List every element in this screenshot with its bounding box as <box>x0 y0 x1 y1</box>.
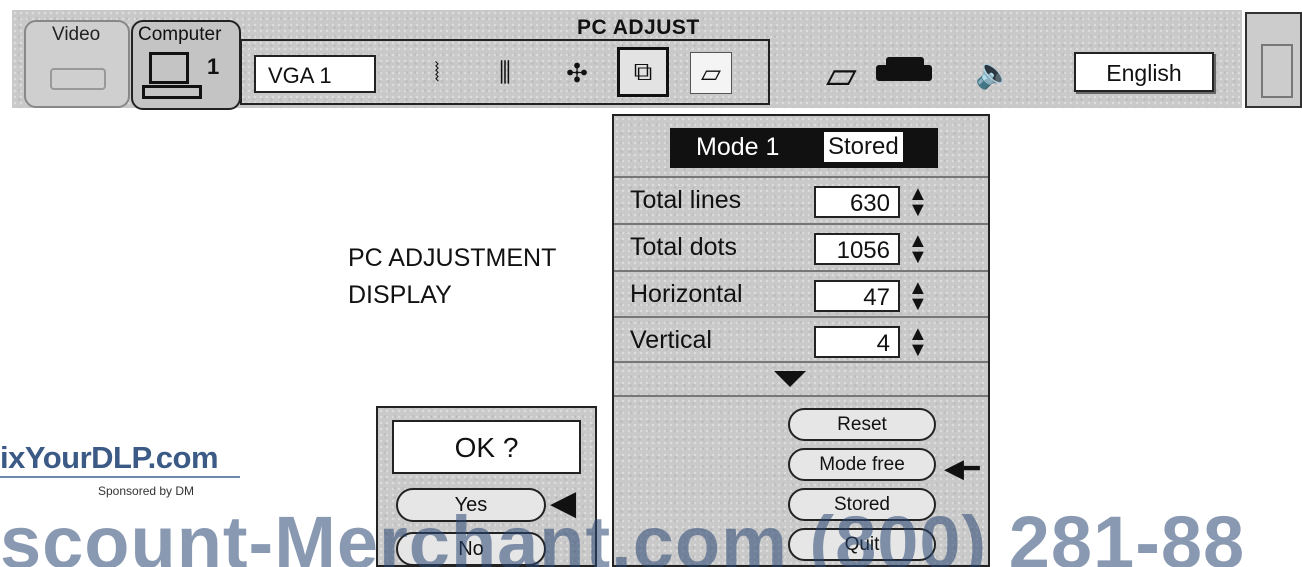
caption-line-1: PC ADJUSTMENT <box>348 244 557 272</box>
input-source-field[interactable]: VGA 1 <box>254 55 376 93</box>
language-field[interactable]: English <box>1074 52 1214 92</box>
tab-computer[interactable]: Computer 1 <box>131 20 241 110</box>
speaker-icon[interactable]: 🔈 <box>975 56 1012 91</box>
adjust-row-vertical[interactable]: Vertical 4 ▲ ▼ <box>614 316 988 363</box>
scroll-more-row[interactable] <box>614 361 988 397</box>
watermark-sponsor: Sponsored by DM <box>98 484 195 498</box>
adjust-label: Total lines <box>630 186 742 214</box>
spinner-icon[interactable]: ▲ ▼ <box>908 184 928 220</box>
computer-number: 1 <box>207 54 220 79</box>
adjust-label: Horizontal <box>630 280 743 308</box>
mode-free-button[interactable]: Mode free <box>788 448 936 481</box>
projector-icon[interactable] <box>876 57 932 81</box>
spinner-icon[interactable]: ▲ ▼ <box>908 231 928 267</box>
confirm-question: OK ? <box>392 420 581 474</box>
pc-adjust-icon[interactable]: ⧉ <box>617 47 669 97</box>
computer-icon <box>142 52 202 99</box>
mode-header: Mode 1 Stored <box>670 128 938 168</box>
menu-title: PC ADJUST <box>577 16 700 39</box>
screen-icon[interactable]: ▱ <box>690 52 732 94</box>
mode-name: Mode 1 <box>696 133 780 161</box>
watermark-brand: ixYourDLP.com <box>0 440 219 475</box>
adjust-row-horizontal[interactable]: Horizontal 47 ▲ ▼ <box>614 270 988 317</box>
adjust-value[interactable]: 4 <box>814 326 900 358</box>
spinner-icon[interactable]: ▲ ▼ <box>908 278 928 314</box>
caption-line-2: DISPLAY <box>348 281 452 309</box>
bars-icon[interactable]: ⫼ <box>484 52 526 94</box>
exit-icon[interactable] <box>1245 12 1302 108</box>
keystone-icon[interactable]: ▱ <box>826 55 857 95</box>
chevron-down-icon[interactable] <box>774 371 806 387</box>
tab-video[interactable]: Video <box>24 20 130 108</box>
adjust-row-total-lines[interactable]: Total lines 630 ▲ ▼ <box>614 176 988 223</box>
adjust-row-total-dots[interactable]: Total dots 1056 ▲ ▼ <box>614 223 988 270</box>
adjust-value[interactable]: 630 <box>814 186 900 218</box>
spinner-icon[interactable]: ▲ ▼ <box>908 324 928 360</box>
pc-adjustment-display-caption: PC ADJUSTMENT DISPLAY <box>348 240 556 314</box>
reset-button[interactable]: Reset <box>788 408 936 441</box>
adjust-label: Vertical <box>630 326 712 354</box>
video-icon <box>50 68 106 90</box>
arrow-left-icon: ◀━ <box>944 453 980 483</box>
watermark-underline <box>0 476 240 478</box>
watermark-big-text: scount-Merchant.com (800) 281-88 <box>0 501 1246 567</box>
move-icon[interactable]: ✣ <box>556 52 598 94</box>
tab-computer-label: Computer <box>138 24 222 45</box>
adjust-value[interactable]: 47 <box>814 280 900 312</box>
tab-video-label: Video <box>52 24 101 45</box>
wave-icon[interactable]: ⦚ <box>416 52 458 94</box>
mode-status-badge: Stored <box>824 132 903 162</box>
adjust-label: Total dots <box>630 233 738 261</box>
adjust-value[interactable]: 1056 <box>814 233 900 265</box>
